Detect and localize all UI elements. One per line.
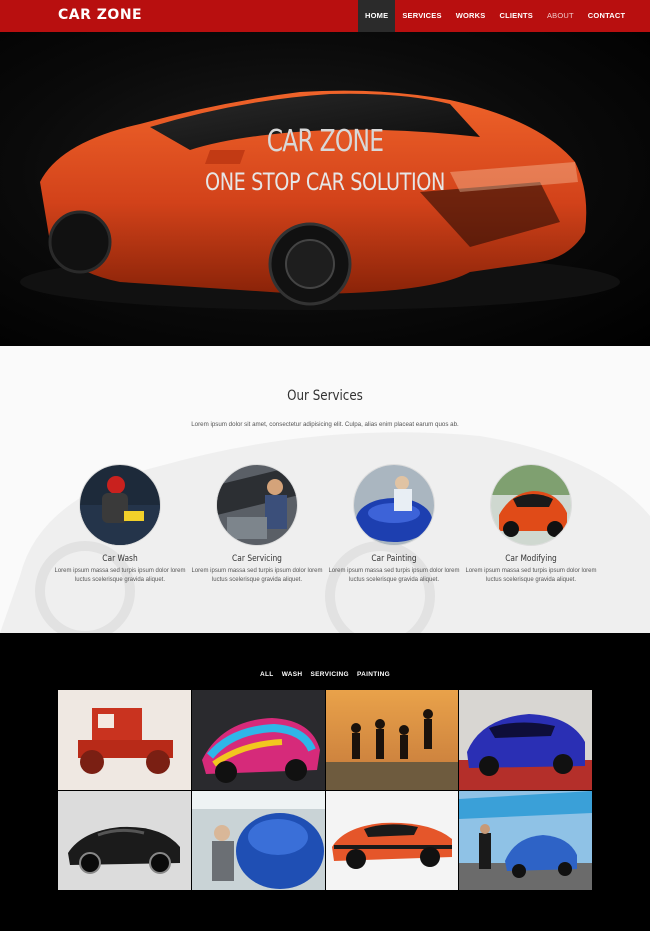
hero-banner: CAR ZONE ONE STOP CAR SOLUTION bbox=[0, 32, 650, 346]
portfolio-section: ALL WASH SERVICING PAINTING bbox=[0, 633, 650, 931]
service-text: Lorem ipsum massa sed turpis ipsum dolor… bbox=[54, 568, 186, 583]
portfolio-grid bbox=[58, 690, 592, 890]
services-title: Our Services bbox=[287, 388, 363, 404]
service-title: Car Wash bbox=[102, 554, 138, 564]
nav-item-contact[interactable]: CONTACT bbox=[581, 0, 633, 32]
portfolio-tile-rainbow-supercar[interactable] bbox=[191, 690, 325, 790]
car-servicing-image bbox=[216, 464, 298, 546]
portfolio-filters: ALL WASH SERVICING PAINTING bbox=[0, 671, 650, 678]
portfolio-tile-jumping-silhouettes[interactable] bbox=[325, 690, 459, 790]
brand-logo[interactable]: CAR ZONE bbox=[58, 7, 142, 23]
hero-title: CAR ZONE bbox=[266, 124, 384, 159]
portfolio-tile-car-wash-station[interactable] bbox=[459, 790, 592, 890]
service-title: Car Painting bbox=[371, 554, 417, 564]
services-section: Our Services Lorem ipsum dolor sit amet,… bbox=[0, 346, 650, 633]
portfolio-tile-orange-muscle-car[interactable] bbox=[325, 790, 459, 890]
filter-wash[interactable]: WASH bbox=[282, 671, 303, 678]
service-card-wash[interactable]: Car Wash Lorem ipsum massa sed turpis ip… bbox=[50, 464, 190, 584]
service-card-servicing[interactable]: Car Servicing Lorem ipsum massa sed turp… bbox=[187, 464, 327, 584]
car-painting-image bbox=[353, 464, 435, 546]
services-intro: Lorem ipsum dolor sit amet, consectetur … bbox=[191, 421, 459, 428]
main-nav: HOME SERVICES WORKS CLIENTS ABOUT CONTAC… bbox=[358, 0, 632, 32]
service-text: Lorem ipsum massa sed turpis ipsum dolor… bbox=[191, 568, 323, 583]
filter-painting[interactable]: PAINTING bbox=[357, 671, 390, 678]
portfolio-tile-black-roadster[interactable] bbox=[58, 790, 191, 890]
nav-item-clients[interactable]: CLIENTS bbox=[492, 0, 539, 32]
filter-servicing[interactable]: SERVICING bbox=[311, 671, 349, 678]
top-navbar: CAR ZONE HOME SERVICES WORKS CLIENTS ABO… bbox=[0, 0, 650, 32]
nav-item-about[interactable]: ABOUT bbox=[540, 0, 581, 32]
filter-all[interactable]: ALL bbox=[260, 671, 274, 678]
nav-item-services[interactable]: SERVICES bbox=[395, 0, 448, 32]
hero-subtitle: ONE STOP CAR SOLUTION bbox=[205, 168, 445, 196]
nav-item-works[interactable]: WORKS bbox=[449, 0, 493, 32]
service-card-painting[interactable]: Car Painting Lorem ipsum massa sed turpi… bbox=[324, 464, 464, 584]
portfolio-tile-painting-blue-car[interactable] bbox=[191, 790, 325, 890]
service-text: Lorem ipsum massa sed turpis ipsum dolor… bbox=[465, 568, 597, 583]
car-modifying-image bbox=[490, 464, 572, 546]
portfolio-tile-vintage-red-car[interactable] bbox=[58, 690, 191, 790]
car-wash-image bbox=[79, 464, 161, 546]
service-card-modifying[interactable]: Car Modifying Lorem ipsum massa sed turp… bbox=[461, 464, 601, 584]
service-title: Car Servicing bbox=[232, 554, 282, 564]
nav-item-home[interactable]: HOME bbox=[358, 0, 396, 32]
service-title: Car Modifying bbox=[505, 554, 557, 564]
service-text: Lorem ipsum massa sed turpis ipsum dolor… bbox=[328, 568, 460, 583]
portfolio-tile-blue-camaro[interactable] bbox=[459, 690, 592, 790]
